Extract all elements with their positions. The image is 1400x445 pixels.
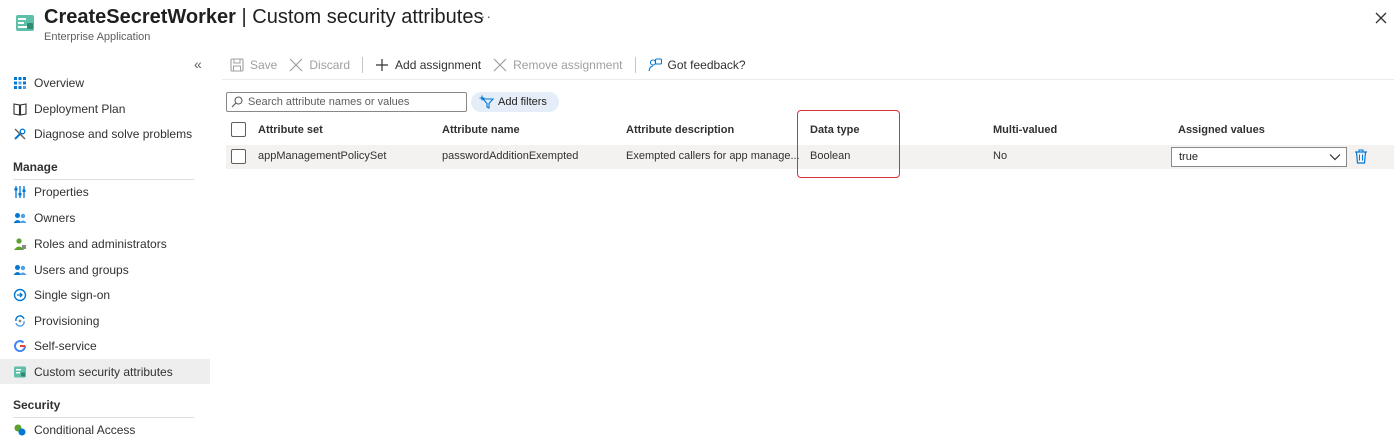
- remove-assignment-button[interactable]: Remove assignment: [493, 58, 623, 72]
- add-assignment-button[interactable]: Add assignment: [375, 58, 481, 72]
- sidebar-item-label: Diagnose and solve problems: [34, 126, 193, 141]
- people-icon: [13, 212, 27, 223]
- title-separator: |: [235, 6, 253, 28]
- feedback-button[interactable]: Got feedback?: [647, 58, 746, 72]
- grid-icon: [14, 76, 26, 89]
- sidebar-item-label: Deployment Plan: [34, 101, 126, 116]
- sso-icon: [13, 288, 27, 301]
- sidebar-item-owners[interactable]: Owners: [0, 205, 210, 230]
- chevron-down-icon: [1329, 154, 1341, 161]
- cell-attribute-set: appManagementPolicySet: [258, 150, 387, 162]
- book-icon: [13, 102, 27, 116]
- delete-icon[interactable]: [1354, 149, 1368, 164]
- page-subtitle: Enterprise Application: [44, 31, 151, 43]
- add-filter-icon: [479, 95, 495, 109]
- wrench-icon: [14, 128, 26, 140]
- add-filters-label: Add filters: [498, 96, 547, 108]
- sidebar-item-properties[interactable]: Properties: [0, 179, 210, 204]
- sidebar-item-conditional-access[interactable]: Conditional Access: [0, 417, 210, 442]
- save-button[interactable]: Save: [230, 58, 277, 72]
- page-title: CreateSecretWorker | Custom security att…: [44, 6, 483, 29]
- enterprise-app-icon: [16, 15, 34, 31]
- row-checkbox[interactable]: [231, 149, 246, 164]
- command-bar: Save Discard Add assignment Remove assig…: [230, 54, 758, 76]
- plus-icon: [376, 59, 389, 71]
- person-key-icon: [14, 237, 26, 250]
- sidebar-item-label: Roles and administrators: [34, 236, 167, 251]
- add-assignment-label: Add assignment: [395, 58, 482, 72]
- data-type-highlight-box: [797, 110, 900, 178]
- search-input[interactable]: [248, 96, 458, 108]
- sliders-icon: [14, 185, 26, 198]
- attribute-icon: [14, 366, 26, 377]
- sidebar-item-custom-security-attributes[interactable]: Custom security attributes: [0, 359, 210, 384]
- assigned-value-selected: true: [1179, 151, 1198, 163]
- sidebar-item-label: Conditional Access: [34, 422, 136, 437]
- close-icon[interactable]: [1371, 8, 1391, 28]
- remove-assignment-label: Remove assignment: [513, 58, 623, 72]
- cell-multi-valued: No: [993, 150, 1008, 162]
- sidebar-nav: « Overview Deployment Plan Diagnose and …: [0, 50, 210, 445]
- select-all-checkbox[interactable]: [231, 122, 246, 137]
- app-name: CreateSecretWorker: [44, 6, 236, 28]
- assigned-value-dropdown[interactable]: true: [1171, 147, 1347, 167]
- column-header-attribute-set[interactable]: Attribute set: [258, 124, 323, 136]
- column-header-attribute-description[interactable]: Attribute description: [626, 124, 734, 136]
- sidebar-item-label: Single sign-on: [34, 287, 111, 302]
- cell-attribute-name: passwordAdditionExempted: [442, 150, 579, 162]
- sidebar-item-diagnose[interactable]: Diagnose and solve problems: [0, 121, 210, 146]
- search-box[interactable]: [226, 92, 467, 112]
- sidebar-item-label: Users and groups: [34, 262, 129, 277]
- toolbar-divider-line: [222, 79, 1394, 80]
- conditional-access-icon: [14, 424, 26, 435]
- section-header-manage: Manage: [13, 160, 194, 180]
- search-icon: [231, 96, 243, 108]
- toolbar-divider: [362, 57, 364, 73]
- sidebar-item-provisioning[interactable]: Provisioning: [0, 308, 210, 333]
- sidebar-item-label: Properties: [34, 184, 89, 199]
- column-header-multi-valued[interactable]: Multi-valued: [993, 124, 1057, 136]
- sidebar-item-label: Self-service: [34, 338, 97, 353]
- sidebar-item-label: Overview: [34, 75, 85, 90]
- add-filters-button[interactable]: Add filters: [471, 92, 559, 112]
- page-name: Custom security attributes: [252, 6, 484, 28]
- feedback-label: Got feedback?: [667, 58, 746, 72]
- people-icon: [13, 264, 27, 275]
- sidebar-item-deployment-plan[interactable]: Deployment Plan: [0, 96, 210, 121]
- more-options-button[interactable]: ···: [475, 8, 492, 24]
- sidebar-item-single-sign-on[interactable]: Single sign-on: [0, 282, 210, 307]
- column-header-assigned-values[interactable]: Assigned values: [1178, 124, 1265, 136]
- sidebar-item-label: Owners: [34, 210, 76, 225]
- section-header-security: Security: [13, 398, 194, 418]
- discard-button[interactable]: Discard: [289, 58, 350, 72]
- column-header-attribute-name[interactable]: Attribute name: [442, 124, 520, 136]
- blade-header: CreateSecretWorker | Custom security att…: [0, 0, 1400, 50]
- sidebar-item-users-groups[interactable]: Users and groups: [0, 257, 210, 282]
- sidebar-item-label: Custom security attributes: [34, 364, 173, 379]
- discard-icon: [289, 58, 303, 72]
- close-icon: [493, 58, 507, 72]
- discard-label: Discard: [309, 58, 351, 72]
- save-label: Save: [250, 58, 278, 72]
- sync-icon: [15, 314, 25, 327]
- google-g-icon: [14, 339, 27, 352]
- feedback-icon: [647, 58, 662, 72]
- sidebar-item-self-service[interactable]: Self-service: [0, 333, 210, 358]
- toolbar-divider: [634, 57, 636, 73]
- sidebar-item-label: Provisioning: [34, 313, 100, 328]
- sidebar-item-overview[interactable]: Overview: [0, 70, 210, 95]
- cell-attribute-description: Exempted callers for app manage...: [626, 150, 800, 162]
- save-icon: [230, 58, 244, 72]
- sidebar-item-roles-admins[interactable]: Roles and administrators: [0, 231, 210, 256]
